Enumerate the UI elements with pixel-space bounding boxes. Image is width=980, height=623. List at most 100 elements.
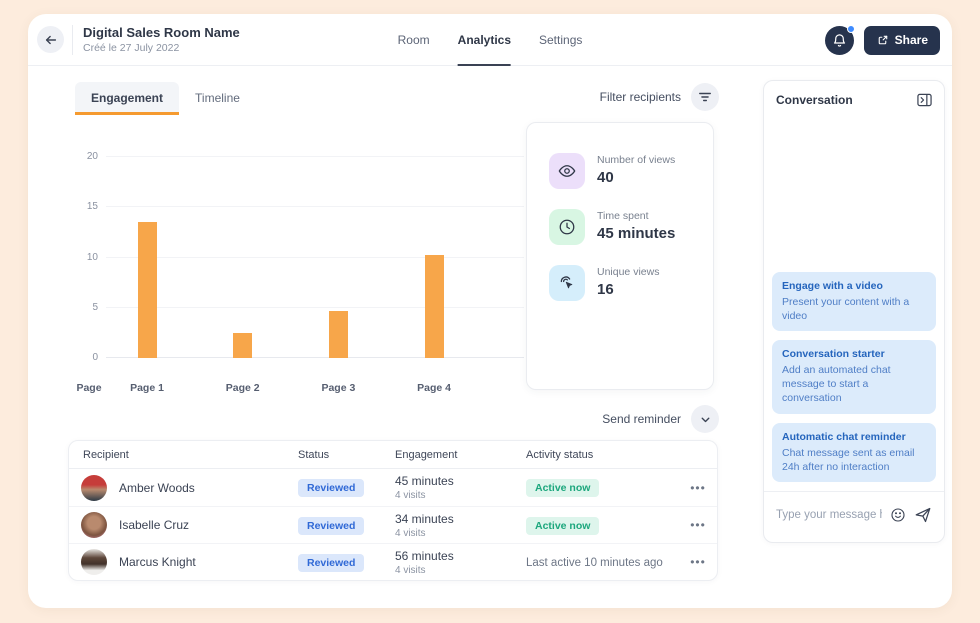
tab-settings[interactable]: Settings (539, 14, 582, 66)
recipient-name: Isabelle Cruz (119, 518, 189, 532)
page-background: { "header": { "title": "Digital Sales Ro… (0, 0, 980, 623)
row-more-button[interactable]: ••• (690, 518, 706, 532)
chart-y-tick-label: 20 (80, 151, 98, 162)
suggestion-title: Engage with a video (782, 280, 926, 292)
share-button[interactable]: Share (864, 26, 940, 55)
send-icon (914, 506, 932, 524)
engagement-cell: 56 minutes 4 visits (381, 549, 512, 576)
collapse-panel-button[interactable] (917, 93, 932, 107)
recipient-cell: Isabelle Cruz (69, 512, 284, 538)
room-title-block: Digital Sales Room Name Créé le 27 July … (83, 25, 240, 54)
stat-value: 40 (597, 169, 675, 186)
chart-x-tick-label: Page 4 (417, 382, 451, 394)
chart-gridline (106, 206, 524, 207)
conversation-panel: Conversation Engage with a video Present… (763, 80, 945, 543)
app-window: Digital Sales Room Name Créé le 27 July … (28, 14, 952, 608)
activity-cell: Active now (512, 516, 679, 535)
chevron-down-icon (699, 413, 712, 426)
smiley-icon (890, 507, 906, 523)
send-message-button[interactable] (914, 506, 932, 524)
message-input[interactable] (776, 509, 882, 521)
page-title: Digital Sales Room Name (83, 25, 240, 40)
suggestion-card[interactable]: Engage with a video Present your content… (772, 272, 936, 331)
engagement-time: 45 minutes (395, 474, 512, 488)
more-options-icon: ••• (690, 518, 706, 532)
stat-text: Time spent 45 minutes (597, 209, 675, 242)
engagement-visits: 4 visits (395, 528, 512, 539)
stat-icon-box (549, 153, 585, 189)
engagement-visits: 4 visits (395, 490, 512, 501)
stat-icon-box (549, 209, 585, 245)
suggestion-body: Add an automated chat message to start a… (782, 363, 926, 406)
message-input-row (764, 491, 944, 542)
stat-text: Number of views 40 (597, 153, 675, 186)
more-options-icon: ••• (690, 481, 706, 495)
suggestion-card[interactable]: Conversation starter Add an automated ch… (772, 340, 936, 414)
activity-cell: Active now (512, 478, 679, 497)
eye-icon (558, 162, 576, 180)
notifications-button[interactable] (825, 26, 854, 55)
suggestion-card[interactable]: Automatic chat reminder Chat message sen… (772, 423, 936, 482)
clock-icon (558, 218, 576, 236)
conversation-title: Conversation (776, 93, 853, 107)
chart-bar (329, 311, 348, 358)
activity-status: Active now (526, 517, 599, 535)
activity-cell: Last active 10 minutes ago (512, 553, 679, 571)
back-button[interactable] (37, 26, 64, 53)
table-body: Amber Woods Reviewed 45 minutes 4 visits… (69, 469, 717, 580)
chart-y-tick-label: 10 (80, 252, 98, 263)
header-divider (72, 25, 73, 55)
emoji-button[interactable] (890, 507, 906, 523)
analytics-subtabs: Engagement Timeline (75, 82, 256, 115)
chart-gridline (106, 357, 524, 358)
status-cell: Reviewed (284, 478, 381, 497)
engagement-visits: 4 visits (395, 565, 512, 576)
header-tabs: Room Analytics Settings (398, 14, 583, 66)
stat-text: Unique views 16 (597, 265, 659, 298)
row-more-button[interactable]: ••• (690, 481, 706, 495)
chart-gridline (106, 257, 524, 258)
filter-button[interactable] (691, 83, 719, 111)
tab-timeline[interactable]: Timeline (179, 82, 256, 115)
chart-x-tick-label: Page 1 (130, 382, 164, 394)
recipient-name: Marcus Knight (119, 555, 196, 569)
stat-item: Time spent 45 minutes (549, 209, 713, 245)
suggestion-title: Automatic chat reminder (782, 431, 926, 443)
status-badge: Reviewed (298, 517, 364, 535)
table-row[interactable]: Amber Woods Reviewed 45 minutes 4 visits… (69, 469, 717, 506)
stat-item: Unique views 16 (549, 265, 713, 301)
page-subtitle: Créé le 27 July 2022 (83, 42, 240, 54)
notification-dot (847, 25, 855, 33)
stat-label: Number of views (597, 154, 675, 166)
recipient-name: Amber Woods (119, 481, 195, 495)
table-row[interactable]: Isabelle Cruz Reviewed 34 minutes 4 visi… (69, 506, 717, 543)
chart-plot: 05101520 (84, 157, 524, 358)
engagement-cell: 34 minutes 4 visits (381, 512, 512, 539)
recipients-table: Recipient Status Engagement Activity sta… (68, 440, 718, 581)
header-actions: Share (825, 14, 940, 66)
tab-analytics[interactable]: Analytics (458, 14, 511, 66)
engagement-bar-chart: 05101520 PagePage 1Page 2Page 3Page 4 (56, 140, 526, 396)
tab-room[interactable]: Room (398, 14, 430, 66)
recipient-cell: Marcus Knight (69, 549, 284, 575)
chart-y-tick-label: 15 (80, 201, 98, 212)
column-engagement: Engagement (381, 449, 512, 461)
bell-icon (832, 33, 847, 48)
column-status: Status (284, 449, 381, 461)
conversation-header: Conversation (764, 81, 944, 117)
table-row[interactable]: Marcus Knight Reviewed 56 minutes 4 visi… (69, 543, 717, 580)
chart-x-tick-label: Page 2 (226, 382, 260, 394)
tab-engagement[interactable]: Engagement (75, 82, 179, 115)
row-more-button[interactable]: ••• (690, 555, 706, 569)
engagement-time: 56 minutes (395, 549, 512, 563)
engagement-cell: 45 minutes 4 visits (381, 474, 512, 501)
status-badge: Reviewed (298, 554, 364, 572)
send-reminder-expand-button[interactable] (691, 405, 719, 433)
table-header: Recipient Status Engagement Activity sta… (69, 441, 717, 469)
more-options-icon: ••• (690, 555, 706, 569)
activity-status: Last active 10 minutes ago (526, 557, 663, 569)
suggestion-title: Conversation starter (782, 348, 926, 360)
chart-bar (425, 255, 444, 358)
chart-x-tick-label: Page (76, 382, 101, 394)
stat-item: Number of views 40 (549, 153, 713, 189)
